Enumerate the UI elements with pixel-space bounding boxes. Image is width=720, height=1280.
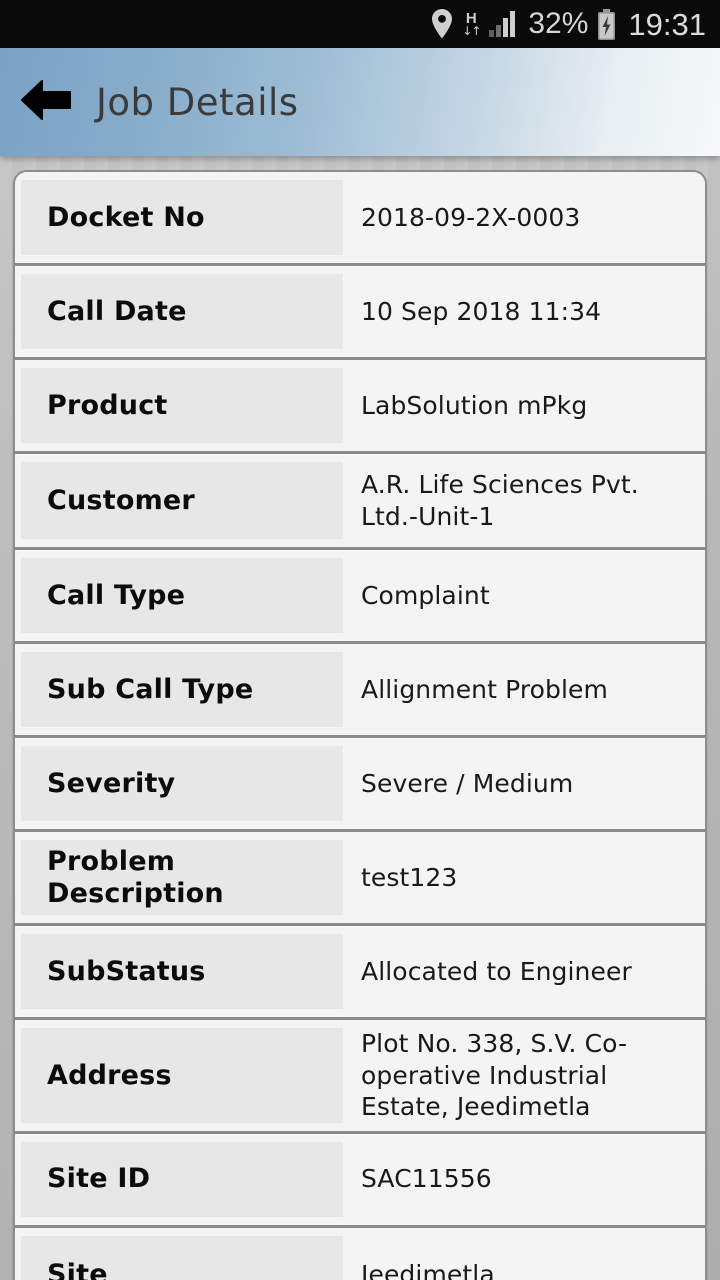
row-value-cell: A.R. Life Sciences Pvt. Ltd.-Unit-1 (343, 454, 705, 547)
row-value-text: Allignment Problem (361, 674, 608, 704)
row-label-cell: Product (15, 360, 343, 451)
row-value-cell: test123 (343, 832, 705, 923)
table-row[interactable]: Problem Description test123 (15, 832, 705, 926)
battery-percent-label: 32% (528, 7, 589, 40)
battery-charging-icon (597, 8, 616, 40)
row-label-cell: Problem Description (15, 832, 343, 923)
data-arrows: ↓↑ (462, 24, 481, 38)
row-value-cell: Plot No. 338, S.V. Co-operative Industri… (343, 1020, 705, 1131)
phone-screen: H ↓↑ 32% 19:31 Job Details Docket No 201… (0, 0, 720, 1280)
row-label-text: Product (47, 389, 168, 421)
table-row[interactable]: Customer A.R. Life Sciences Pvt. Ltd.-Un… (15, 454, 705, 550)
row-value-cell: 10 Sep 2018 11:34 (343, 266, 705, 357)
signal-bars-icon (489, 11, 519, 37)
row-label-text: Call Type (47, 579, 186, 611)
row-value-text: LabSolution mPkg (361, 390, 588, 420)
row-label-cell: Sub Call Type (15, 644, 343, 735)
job-details-content[interactable]: Docket No 2018-09-2X-0003 Call Date 10 S… (0, 156, 720, 1280)
row-value-cell: LabSolution mPkg (343, 360, 705, 451)
row-value-cell: 2018-09-2X-0003 (343, 172, 705, 263)
hspa-data-icon: H ↓↑ (462, 11, 481, 38)
row-label-text: Address (47, 1059, 172, 1091)
row-label-cell: Customer (15, 454, 343, 547)
row-value-text: Complaint (361, 580, 490, 610)
row-label-text: Sub Call Type (47, 673, 254, 705)
row-label-text: Customer (47, 484, 195, 516)
table-row[interactable]: Call Date 10 Sep 2018 11:34 (15, 266, 705, 360)
action-bar: Job Details (0, 48, 720, 156)
row-value-text: 10 Sep 2018 11:34 (361, 296, 602, 326)
table-row[interactable]: Site ID SAC11556 (15, 1133, 705, 1228)
row-label-cell: Docket No (15, 172, 343, 263)
back-arrow-icon (20, 79, 72, 125)
table-row[interactable]: Severity Severe / Medium (15, 738, 705, 832)
row-value-cell: Complaint (343, 550, 705, 641)
row-value-text: SAC11556 (361, 1164, 492, 1194)
row-label-cell: Site (15, 1228, 343, 1280)
row-label-text: Site (47, 1258, 108, 1280)
row-value-cell: Jeedimetla (343, 1228, 705, 1280)
row-value-cell: Allignment Problem (343, 644, 705, 735)
page-title: Job Details (96, 80, 299, 124)
row-label-cell: SubStatus (15, 926, 343, 1017)
row-value-text: Plot No. 338, S.V. Co-operative Industri… (361, 1029, 628, 1121)
row-value-text: Jeedimetla (361, 1259, 495, 1280)
table-row[interactable]: Call Type Complaint (15, 550, 705, 644)
row-value-text: A.R. Life Sciences Pvt. Ltd.-Unit-1 (361, 470, 639, 531)
row-label-text: Call Date (47, 295, 187, 327)
status-bar-clock: 19:31 (628, 6, 706, 42)
row-value-text: Severe / Medium (361, 768, 574, 798)
row-label-text: Severity (47, 767, 176, 799)
row-label-text: Site ID (47, 1163, 151, 1195)
row-value-text: test123 (361, 862, 458, 892)
row-label-text: Problem Description (47, 846, 224, 909)
location-pin-icon (431, 9, 453, 39)
row-label-cell: Severity (15, 738, 343, 829)
table-row[interactable]: Sub Call Type Allignment Problem (15, 644, 705, 738)
table-row[interactable]: SubStatus Allocated to Engineer (15, 926, 705, 1020)
row-value-cell: SAC11556 (343, 1134, 705, 1225)
table-row[interactable]: Site Jeedimetla (15, 1227, 705, 1280)
job-details-card: Docket No 2018-09-2X-0003 Call Date 10 S… (13, 170, 707, 1280)
row-value-text: Allocated to Engineer (361, 956, 632, 986)
row-label-text: Docket No (47, 201, 205, 233)
row-label-cell: Address (15, 1020, 343, 1131)
row-label-text: SubStatus (47, 955, 206, 987)
table-row[interactable]: Docket No 2018-09-2X-0003 (15, 172, 705, 266)
back-button[interactable] (18, 80, 74, 124)
row-value-text: 2018-09-2X-0003 (361, 202, 581, 232)
status-bar: H ↓↑ 32% 19:31 (0, 0, 720, 48)
table-row[interactable]: Product LabSolution mPkg (15, 360, 705, 454)
row-label-cell: Call Type (15, 550, 343, 641)
row-label-cell: Site ID (15, 1134, 343, 1225)
row-label-cell: Call Date (15, 266, 343, 357)
row-value-cell: Severe / Medium (343, 738, 705, 829)
table-row[interactable]: Address Plot No. 338, S.V. Co-operative … (15, 1020, 705, 1134)
row-value-cell: Allocated to Engineer (343, 926, 705, 1017)
